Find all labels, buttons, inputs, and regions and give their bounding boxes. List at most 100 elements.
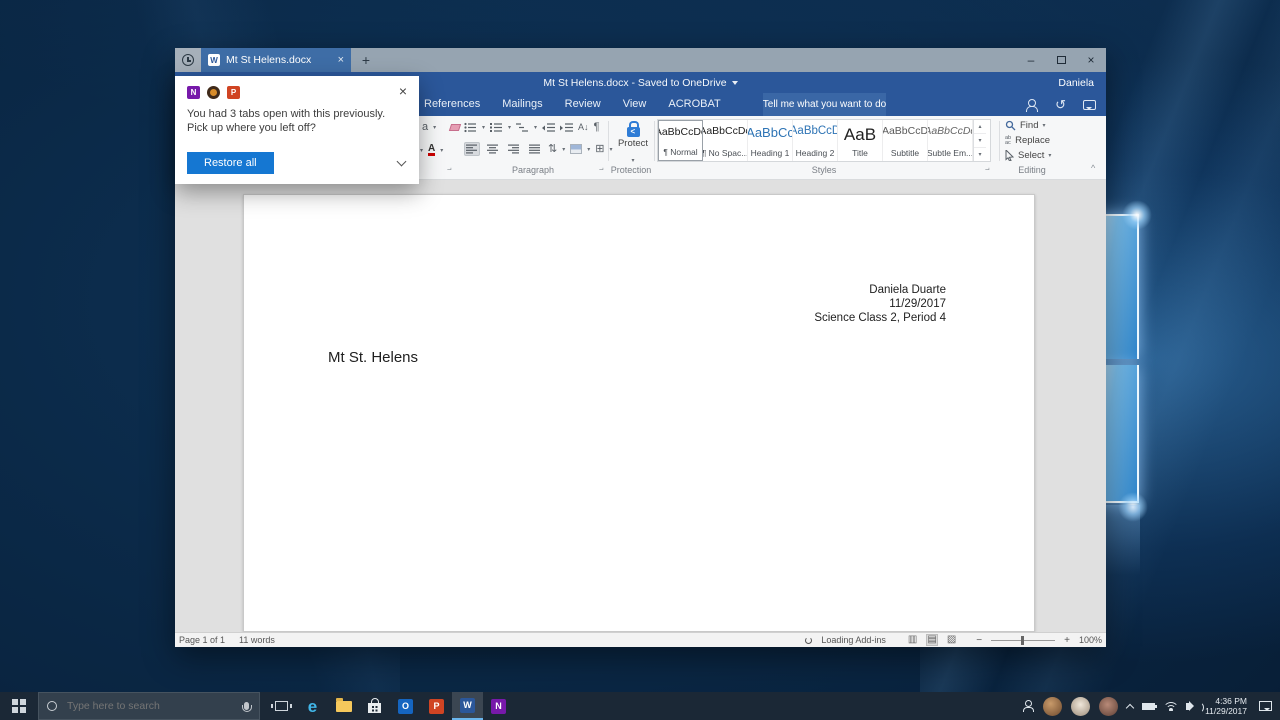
find-button[interactable]: Find ▾: [1005, 120, 1046, 131]
chevron-down-icon[interactable]: [397, 156, 407, 166]
style-sample: AaB: [844, 125, 876, 145]
volume-icon[interactable]: [1186, 703, 1190, 710]
contact-avatar[interactable]: [1043, 697, 1062, 716]
close-button[interactable]: ×: [1076, 48, 1106, 72]
feedback-comment-icon[interactable]: [1083, 100, 1096, 110]
tab-acrobat[interactable]: ACROBAT: [657, 93, 731, 116]
tab-close-icon[interactable]: ×: [338, 54, 344, 66]
tab-references[interactable]: References: [413, 93, 491, 116]
style-sample: AaBbCc: [748, 125, 793, 140]
tell-me-box[interactable]: Tell me what you want to do: [763, 93, 886, 116]
style-heading-1[interactable]: AaBbCc Heading 1: [748, 120, 793, 161]
collapse-ribbon-icon[interactable]: ^: [1091, 163, 1095, 173]
align-left-button[interactable]: [464, 142, 480, 156]
zoom-slider[interactable]: [991, 640, 1055, 641]
change-case-icon[interactable]: a: [422, 122, 428, 133]
minimize-button[interactable]: –: [1016, 48, 1046, 72]
justify-button[interactable]: [527, 142, 543, 156]
multilevel-list-icon[interactable]: [516, 122, 529, 133]
maximize-button[interactable]: [1046, 48, 1076, 72]
style-heading-2[interactable]: AaBbCcD Heading 2: [793, 120, 838, 161]
styles-scroll-down-icon[interactable]: ▾: [974, 134, 986, 148]
taskbar-outlook[interactable]: O: [390, 692, 421, 720]
search-input[interactable]: [65, 699, 236, 713]
style-title[interactable]: AaB Title: [838, 120, 883, 161]
start-button[interactable]: [0, 692, 38, 720]
tab-mailings[interactable]: Mailings: [491, 93, 553, 116]
share-person-icon[interactable]: [1025, 98, 1038, 111]
contact-avatar[interactable]: [1099, 697, 1118, 716]
align-center-button[interactable]: [485, 142, 501, 156]
font-dialog-launcher-icon[interactable]: ⌐: [447, 165, 452, 174]
microphone-icon[interactable]: [244, 702, 249, 710]
zoom-level[interactable]: 100%: [1079, 635, 1102, 645]
history-icon[interactable]: ↺: [1055, 98, 1066, 111]
borders-icon[interactable]: ⊞: [595, 144, 604, 155]
new-tab-button[interactable]: +: [351, 48, 381, 72]
style-subtitle[interactable]: AaBbCcD Subtitle: [883, 120, 928, 161]
taskbar-clock[interactable]: 4:36 PM 11/29/2017: [1205, 696, 1247, 716]
styles-dialog-launcher-icon[interactable]: ⌐: [985, 165, 990, 174]
zoom-out-icon[interactable]: −: [976, 635, 982, 646]
word-count[interactable]: 11 words: [239, 635, 275, 645]
taskbar-file-explorer[interactable]: [328, 692, 359, 720]
select-button[interactable]: Select ▾: [1005, 150, 1051, 161]
wifi-icon[interactable]: [1164, 702, 1177, 711]
action-center-icon[interactable]: [1259, 701, 1272, 711]
pilcrow-icon[interactable]: ¶: [594, 122, 600, 133]
print-layout-icon[interactable]: ▤: [926, 634, 937, 646]
signed-in-user[interactable]: Daniela: [1058, 72, 1094, 93]
show-hidden-icons-chevron[interactable]: [1126, 703, 1134, 711]
bullet-list-icon[interactable]: [464, 122, 477, 133]
taskbar-search[interactable]: [38, 692, 260, 720]
style-sample: AaBbCcD: [793, 125, 838, 137]
restore-all-button[interactable]: Restore all: [187, 152, 274, 174]
numbered-list-icon[interactable]: [490, 122, 503, 133]
shading-icon[interactable]: [570, 144, 582, 154]
style-no-spacing[interactable]: AaBbCcDc ¶ No Spac...: [703, 120, 748, 161]
editing-group-label: Editing: [999, 165, 1065, 175]
styles-scroll-up-icon[interactable]: ▴: [974, 120, 986, 134]
font-color-icon[interactable]: A: [428, 144, 435, 156]
tab-view[interactable]: View: [612, 93, 658, 116]
byline-date: 11/29/2017: [814, 297, 946, 311]
styles-more-icon[interactable]: ▾: [974, 148, 986, 161]
clock-time: 4:36 PM: [1215, 696, 1247, 706]
taskbar-onenote[interactable]: N: [483, 692, 514, 720]
chevron-down-icon: ▾: [433, 124, 436, 131]
read-mode-icon[interactable]: ▥: [908, 635, 917, 645]
lock-icon: [627, 127, 640, 137]
increase-indent-icon[interactable]: [560, 122, 573, 133]
sort-icon[interactable]: A↓: [578, 123, 589, 132]
people-icon[interactable]: [1022, 700, 1034, 712]
chevron-down-icon: ▾: [631, 158, 634, 164]
replace-button[interactable]: abac Replace: [1005, 135, 1050, 146]
style-normal[interactable]: AaBbCcDc ¶ Normal: [658, 120, 703, 161]
document-page[interactable]: Daniela Duarte 11/29/2017 Science Class …: [243, 194, 1035, 632]
close-icon[interactable]: ×: [399, 84, 407, 98]
style-sample: AaBbCcDc: [703, 125, 748, 137]
task-view-button[interactable]: [266, 692, 297, 720]
style-subtle-emphasis[interactable]: AaBbCcDc Subtle Em...: [928, 120, 973, 161]
paragraph-dialog-launcher-icon[interactable]: ⌐: [599, 165, 604, 174]
tab-review[interactable]: Review: [554, 93, 612, 116]
contact-avatar[interactable]: [1071, 697, 1090, 716]
battery-icon[interactable]: [1142, 703, 1155, 710]
protect-button[interactable]: Protect ▾: [612, 120, 654, 167]
zoom-slider-thumb[interactable]: [1021, 636, 1024, 645]
paragraph-group-label: Paragraph: [464, 165, 602, 175]
document-tab[interactable]: W Mt St Helens.docx ×: [201, 48, 351, 72]
decrease-indent-icon[interactable]: [542, 122, 555, 133]
taskbar-powerpoint[interactable]: P: [421, 692, 452, 720]
zoom-in-icon[interactable]: +: [1064, 635, 1070, 646]
taskbar-edge[interactable]: e: [297, 692, 328, 720]
align-right-button[interactable]: [506, 142, 522, 156]
page-count[interactable]: Page 1 of 1: [179, 635, 225, 645]
chevron-down-icon[interactable]: [732, 81, 738, 85]
previous-tabs-button[interactable]: [175, 48, 201, 72]
line-spacing-icon[interactable]: ⇅: [548, 144, 557, 155]
clear-formatting-icon[interactable]: [449, 124, 461, 131]
taskbar-store[interactable]: [359, 692, 390, 720]
taskbar-word-active[interactable]: W: [452, 692, 483, 720]
web-layout-icon[interactable]: ▨: [947, 635, 956, 645]
